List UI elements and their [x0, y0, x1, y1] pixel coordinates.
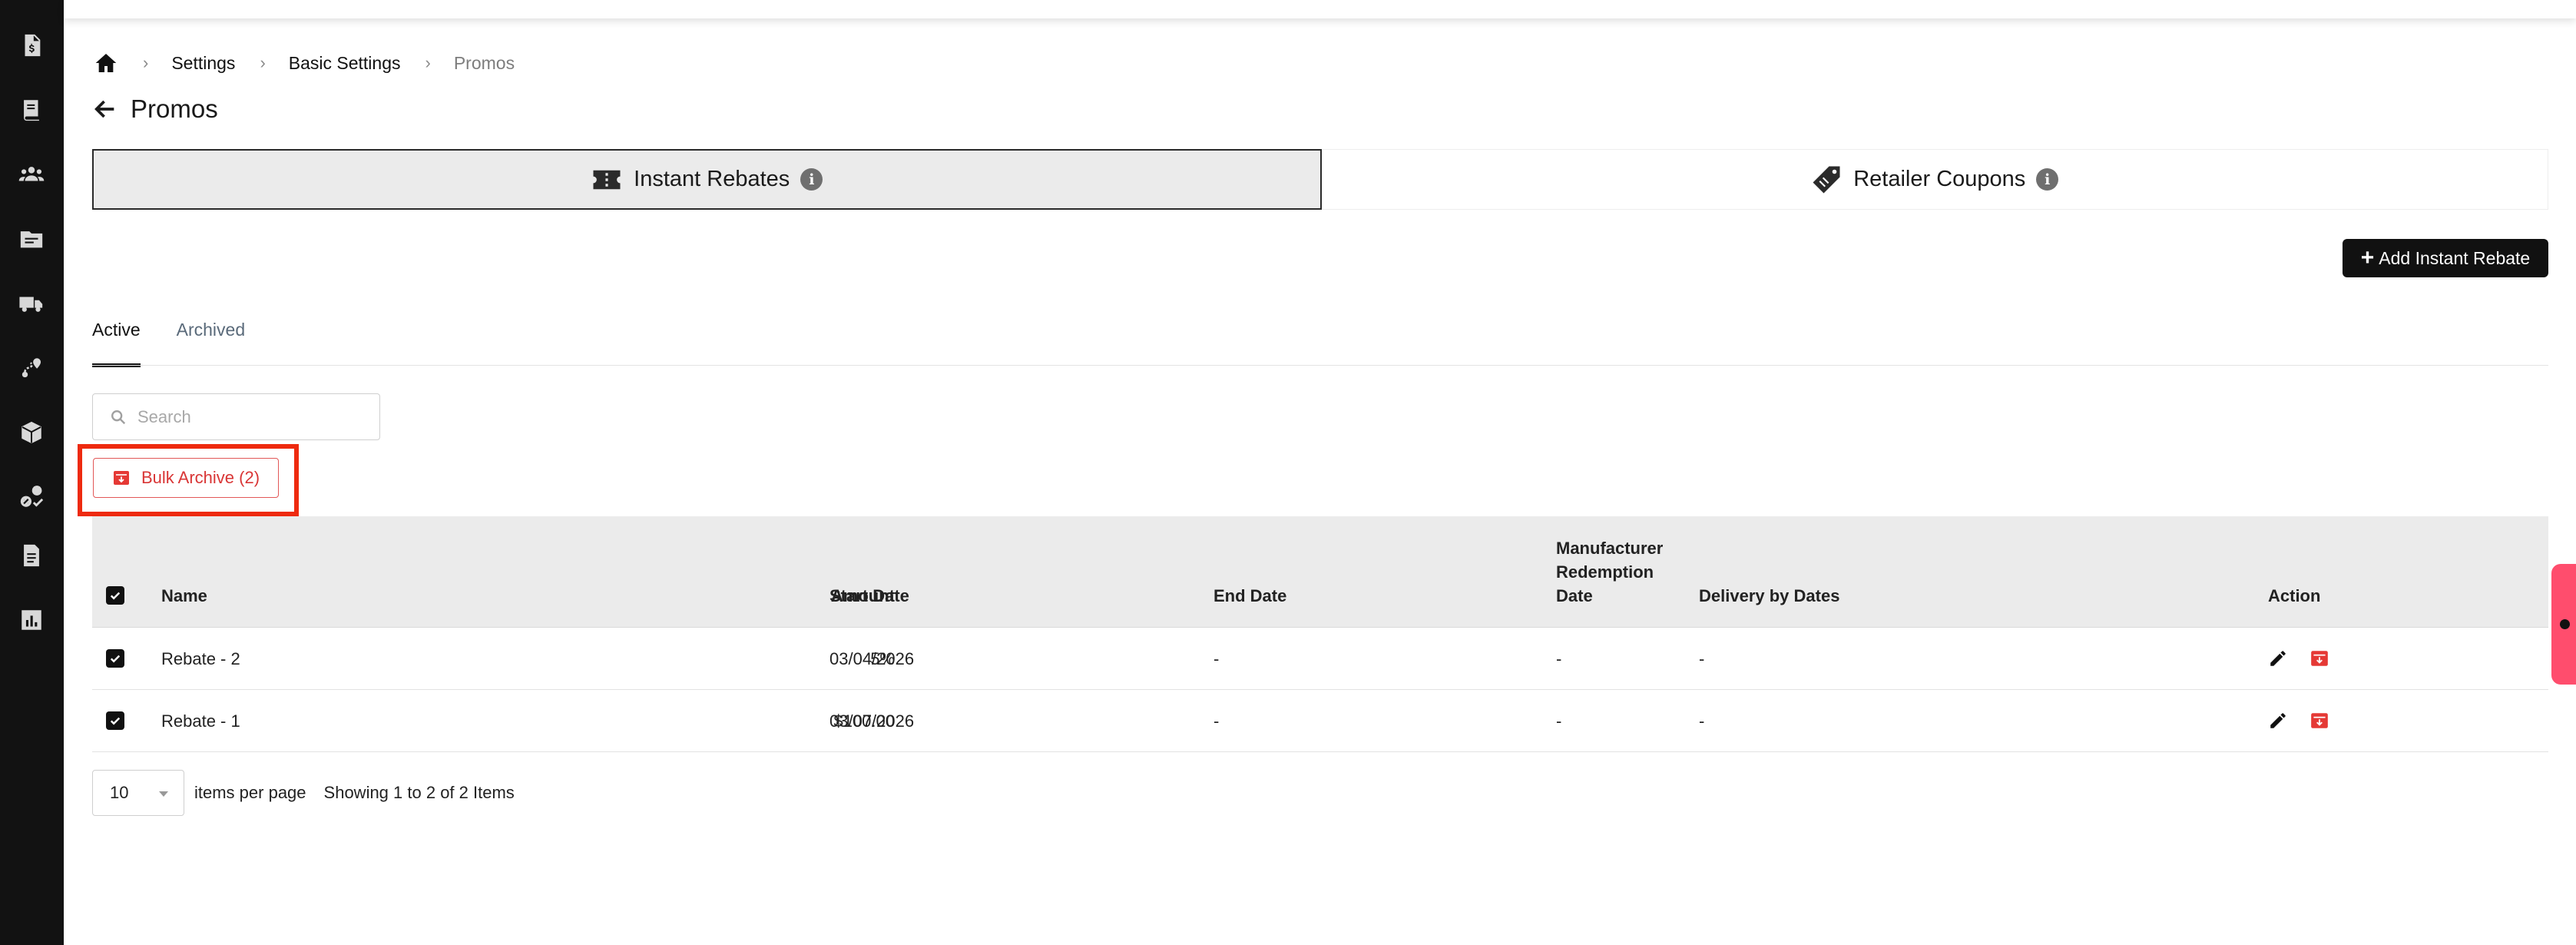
table-header: Name Amount Start Date End Date Manufact… — [92, 516, 2548, 628]
header-line: Manufacturer — [1556, 539, 1664, 558]
cell-manufacturer-redemption-date: - — [1556, 648, 1562, 668]
tab-label: Retailer Coupons — [1853, 167, 2026, 191]
edit-pencil-icon[interactable] — [2268, 648, 2288, 668]
feedback-tab[interactable] — [2551, 564, 2576, 685]
header-line: Redemption — [1556, 562, 1654, 582]
archive-icon[interactable] — [2309, 648, 2329, 668]
document-icon[interactable] — [15, 539, 48, 572]
chevron-down-icon — [159, 791, 168, 797]
info-icon[interactable]: i — [2036, 168, 2059, 191]
pagination: 10 items per page Showing 1 to 2 of 2 It… — [92, 770, 515, 816]
promo-type-tabs: Instant Rebates i Retailer Coupons i — [92, 149, 2548, 210]
cell-end-date: - — [1214, 711, 1220, 731]
divider — [92, 365, 2548, 366]
coupon-tag-icon — [1810, 164, 1843, 196]
users-icon[interactable] — [15, 158, 48, 191]
cell-delivery-by-dates: - — [1699, 711, 1705, 731]
invoice-dollar-icon[interactable] — [15, 29, 48, 61]
row-checkbox[interactable] — [106, 711, 124, 730]
sidebar — [0, 0, 64, 945]
box-icon[interactable] — [15, 416, 48, 449]
table-row: Rebate - 1 $100.00 03/07/2026 - - - — [92, 690, 2548, 752]
tab-archived[interactable]: Archived — [177, 313, 245, 367]
bulk-archive-label: Bulk Archive (2) — [141, 468, 260, 487]
cell-delivery-by-dates: - — [1699, 648, 1705, 668]
column-header-start-date[interactable]: Start Date — [829, 584, 909, 608]
page-header: Promos — [92, 92, 218, 126]
edit-pencil-icon[interactable] — [2268, 711, 2288, 731]
breadcrumb-current: Promos — [453, 52, 515, 73]
feedback-icon — [2560, 619, 2570, 629]
chevron-right-icon: › — [425, 53, 431, 72]
tab-active[interactable]: Active — [92, 313, 141, 367]
column-header-end-date[interactable]: End Date — [1214, 584, 1286, 608]
bulk-archive-button[interactable]: Bulk Archive (2) — [93, 458, 279, 498]
chart-icon[interactable] — [15, 604, 48, 636]
tab-instant-rebates[interactable]: Instant Rebates i — [92, 149, 1322, 210]
page-size-select[interactable]: 10 — [92, 770, 184, 816]
breadcrumb-basic-settings[interactable]: Basic Settings — [289, 53, 401, 74]
page-title: Promos — [131, 94, 218, 123]
cell-end-date: - — [1214, 648, 1220, 668]
add-button-label: Add Instant Rebate — [2379, 247, 2531, 268]
search-box — [92, 393, 380, 440]
home-icon[interactable] — [94, 51, 118, 75]
page-size-value: 10 — [110, 783, 129, 802]
cell-manufacturer-redemption-date: - — [1556, 711, 1562, 731]
promotion-check-icon[interactable] — [15, 481, 48, 513]
folder-icon[interactable] — [15, 223, 48, 255]
showing-count: Showing 1 to 2 of 2 Items — [323, 783, 515, 802]
cell-start-date: 03/07/2026 — [829, 711, 915, 731]
breadcrumb: › Settings › Basic Settings › Promos — [94, 49, 515, 77]
chevron-right-icon: › — [143, 53, 149, 72]
add-instant-rebate-button[interactable]: + Add Instant Rebate — [2343, 239, 2548, 277]
info-icon[interactable]: i — [800, 168, 823, 191]
plus-icon: + — [2360, 245, 2375, 270]
cell-start-date: 03/04/2026 — [829, 648, 915, 668]
items-per-page-label: items per page — [194, 783, 306, 802]
column-header-delivery-by-dates[interactable]: Delivery by Dates — [1699, 584, 1839, 608]
archive-icon[interactable] — [2309, 711, 2329, 731]
column-header-manufacturer-redemption-date[interactable]: Manufacturer Redemption Date — [1556, 536, 1663, 608]
ticket-icon — [591, 164, 623, 196]
column-header-name[interactable]: Name — [161, 584, 207, 608]
header-line: Date — [1556, 586, 1593, 605]
archive-icon — [113, 471, 129, 485]
back-arrow-icon[interactable] — [92, 96, 118, 122]
search-icon — [111, 410, 126, 424]
top-bar — [64, 0, 2576, 18]
tab-retailer-coupons[interactable]: Retailer Coupons i — [1321, 149, 2548, 210]
status-tabs: Active Archived — [92, 313, 281, 367]
tab-label: Instant Rebates — [634, 167, 790, 191]
route-icon[interactable] — [15, 352, 48, 384]
book-icon[interactable] — [15, 94, 48, 126]
truck-icon[interactable] — [15, 287, 48, 320]
table-row: Rebate - 2 5% 03/04/2026 - - - — [92, 628, 2548, 690]
chevron-right-icon: › — [260, 53, 266, 72]
search-input[interactable] — [137, 406, 368, 427]
cell-name: Rebate - 2 — [161, 648, 240, 668]
row-checkbox[interactable] — [106, 649, 124, 668]
column-header-action: Action — [2268, 586, 2321, 605]
cell-name: Rebate - 1 — [161, 711, 240, 731]
rebates-table: Name Amount Start Date End Date Manufact… — [92, 516, 2548, 752]
select-all-checkbox[interactable] — [106, 586, 124, 605]
breadcrumb-settings[interactable]: Settings — [171, 53, 235, 74]
